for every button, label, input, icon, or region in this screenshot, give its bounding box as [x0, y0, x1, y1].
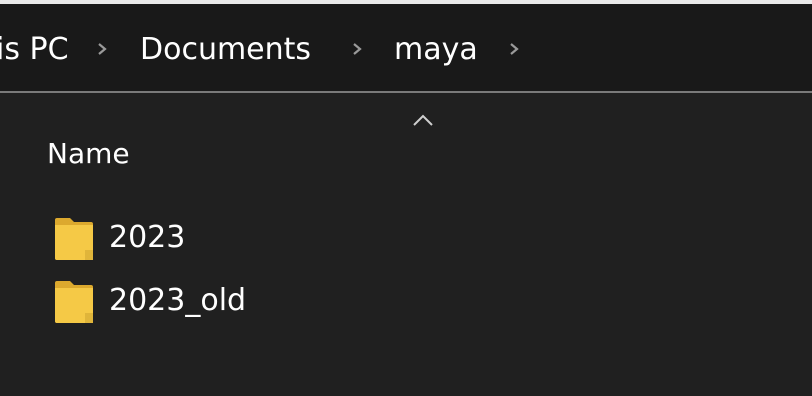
breadcrumb-this-pc[interactable]: is PC: [0, 32, 69, 68]
folder-icon: [55, 281, 93, 323]
address-bar[interactable]: is PC Documents maya: [0, 4, 812, 93]
file-explorer-window: is PC Documents maya Name 2023 2023_old: [0, 0, 812, 396]
chevron-right-icon[interactable]: [351, 36, 365, 62]
chevron-right-icon[interactable]: [508, 36, 522, 62]
folder-icon: [55, 218, 93, 260]
list-item[interactable]: 2023: [52, 213, 472, 265]
file-list: Name 2023 2023_old: [0, 93, 812, 396]
list-item[interactable]: 2023_old: [52, 276, 472, 328]
file-name: 2023_old: [109, 283, 247, 318]
sort-ascending-icon: [413, 114, 433, 126]
chevron-right-icon[interactable]: [96, 36, 110, 62]
breadcrumb-maya[interactable]: maya: [394, 32, 478, 68]
column-header-name[interactable]: Name: [47, 137, 130, 171]
file-name: 2023: [109, 220, 186, 255]
breadcrumb-documents[interactable]: Documents: [140, 32, 311, 68]
